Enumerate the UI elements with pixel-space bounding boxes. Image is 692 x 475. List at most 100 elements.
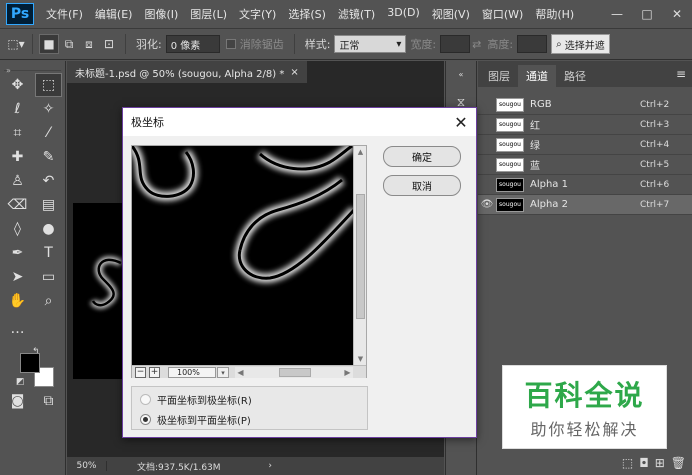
preview-image[interactable] xyxy=(132,146,354,365)
tools-grip[interactable]: » xyxy=(4,63,61,75)
zoom-tool-icon[interactable]: ⌕ xyxy=(35,289,62,313)
menu-item[interactable]: 帮助(H) xyxy=(529,6,580,22)
menu-item[interactable]: 编辑(E) xyxy=(89,6,139,22)
crop-tool-icon[interactable]: ⌗ xyxy=(4,121,31,145)
quick-mask-icon[interactable]: ◙ xyxy=(4,389,31,413)
tab-channels[interactable]: 通道 xyxy=(518,65,556,87)
menu-bar: Ps 文件(F) 编辑(E) 图像(I) 图层(L) 文字(Y) 选择(S) 滤镜(T) 3D… xyxy=(0,0,692,28)
channel-row[interactable]: sougou 红 Ctrl+3 xyxy=(478,115,692,135)
channel-name: 绿 xyxy=(530,141,540,152)
horizontal-scroll-thumb[interactable] xyxy=(279,367,311,377)
menu-item[interactable]: 窗口(W) xyxy=(476,6,529,22)
option-rect-to-polar[interactable]: 平面坐标到极坐标(R) xyxy=(140,391,252,407)
height-input[interactable] xyxy=(517,35,548,53)
channel-shortcut: Ctrl+6 xyxy=(640,179,670,190)
default-colors-icon[interactable]: ◩ xyxy=(16,377,25,387)
clone-stamp-tool-icon[interactable]: ♙ xyxy=(4,169,31,193)
tab-layers[interactable]: 图层 xyxy=(480,65,518,87)
blur-tool-icon[interactable]: ◊ xyxy=(4,217,31,241)
document-tab-close-icon[interactable]: × xyxy=(290,67,298,78)
tab-paths[interactable]: 路径 xyxy=(556,65,594,87)
preview-zoom-value[interactable]: 100% xyxy=(168,366,216,378)
menu-item[interactable]: 选择(S) xyxy=(282,6,332,22)
feather-input[interactable] xyxy=(165,35,220,53)
ok-button[interactable]: 确定 xyxy=(383,146,461,167)
menu-item[interactable]: 图像(I) xyxy=(138,6,184,22)
menu-items: 文件(F) 编辑(E) 图像(I) 图层(L) 文字(Y) 选择(S) 滤镜(T) 3D(D)… xyxy=(40,6,580,22)
hand-tool-icon[interactable]: ✋ xyxy=(4,289,31,313)
collapse-icon[interactable]: « xyxy=(450,63,472,85)
menu-item[interactable]: 文件(F) xyxy=(40,6,89,22)
eyedropper-tool-icon[interactable]: ⁄ xyxy=(35,121,62,145)
style-select[interactable]: 正常 ▾ xyxy=(334,35,407,53)
radio-rect-to-polar[interactable] xyxy=(140,393,151,405)
status-bar: 50% 文档:937.5K/1.63M › xyxy=(67,457,444,475)
save-selection-icon[interactable]: ◘ xyxy=(639,456,649,470)
search-icon: ⌕ xyxy=(556,38,562,50)
channel-row[interactable]: sougou 蓝 Ctrl+5 xyxy=(478,155,692,175)
eye-icon[interactable]: 👁 xyxy=(478,199,496,210)
menu-item[interactable]: 图层(L) xyxy=(184,6,233,22)
gradient-tool-icon[interactable]: ▤ xyxy=(35,193,62,217)
menu-item[interactable]: 文字(Y) xyxy=(233,6,282,22)
new-selection-icon[interactable]: ■ xyxy=(39,34,59,54)
intersect-selection-icon[interactable]: ⊡ xyxy=(99,34,119,54)
brush-tool-icon[interactable]: ✎ xyxy=(35,145,62,169)
scroll-down-icon[interactable]: ▼ xyxy=(354,353,367,365)
document-tab[interactable]: 未标题-1.psd @ 50% (sougou, Alpha 2/8) * × xyxy=(67,61,307,83)
healing-brush-tool-icon[interactable]: ✚ xyxy=(4,145,31,169)
type-tool-icon[interactable]: T xyxy=(35,241,62,265)
separator xyxy=(32,34,33,54)
zoom-level[interactable]: 50% xyxy=(67,461,107,471)
more-tools-icon[interactable]: … xyxy=(4,317,31,341)
close-icon[interactable]: ✕ xyxy=(446,108,476,136)
radio-polar-to-rect[interactable] xyxy=(140,413,151,425)
chevron-down-icon[interactable]: ▾ xyxy=(217,366,229,378)
option-polar-to-rect[interactable]: 极坐标到平面坐标(P) xyxy=(140,411,251,427)
foreground-color-swatch[interactable] xyxy=(20,353,40,373)
scroll-up-icon[interactable]: ▲ xyxy=(354,146,367,158)
antialias-checkbox[interactable] xyxy=(225,39,236,49)
cancel-button[interactable]: 取消 xyxy=(383,175,461,196)
history-brush-tool-icon[interactable]: ↶ xyxy=(35,169,62,193)
add-to-selection-icon[interactable]: ⧉ xyxy=(59,34,79,54)
minimize-button[interactable]: — xyxy=(602,3,632,25)
path-selection-tool-icon[interactable]: ➤ xyxy=(4,265,31,289)
magic-wand-tool-icon[interactable]: ✧ xyxy=(35,97,62,121)
maximize-button[interactable]: □ xyxy=(632,3,662,25)
select-and-mask-button[interactable]: ⌕ 选择并遮 xyxy=(551,34,610,54)
channel-row[interactable]: 👁 sougou Alpha 2 Ctrl+7 xyxy=(478,195,692,215)
menu-item[interactable]: 滤镜(T) xyxy=(332,6,381,22)
width-input[interactable] xyxy=(440,35,471,53)
swap-icon[interactable]: ⇄ xyxy=(472,38,481,51)
preview-horizontal-scrollbar[interactable]: ◀ ▶ xyxy=(235,366,353,378)
marquee-tool-icon[interactable]: ⬚ xyxy=(35,73,62,97)
screen-mode-icon[interactable]: ⧉ xyxy=(35,389,62,413)
preview-vertical-scrollbar[interactable]: ▲ ▼ xyxy=(353,146,366,365)
status-menu-arrow-icon[interactable]: › xyxy=(268,461,272,471)
lasso-tool-icon[interactable]: ℓ xyxy=(4,97,31,121)
scroll-left-icon[interactable]: ◀ xyxy=(235,367,246,378)
pen-tool-icon[interactable]: ✒ xyxy=(4,241,31,265)
zoom-out-button[interactable]: − xyxy=(135,366,146,378)
dodge-tool-icon[interactable]: ● xyxy=(35,217,62,241)
new-channel-icon[interactable]: ⊞ xyxy=(655,456,665,470)
rectangle-tool-icon[interactable]: ▭ xyxy=(35,265,62,289)
tool-preset-icon[interactable]: ⬚▾ xyxy=(6,34,26,54)
panel-menu-icon[interactable]: ≡ xyxy=(676,67,686,81)
zoom-in-button[interactable]: + xyxy=(149,366,160,378)
channel-row[interactable]: sougou 绿 Ctrl+4 xyxy=(478,135,692,155)
close-window-button[interactable]: ✕ xyxy=(662,3,692,25)
options-bar: ⬚▾ ■ ⧉ ⧈ ⊡ 羽化: 消除锯齿 样式: 正常 ▾ 宽度: ⇄ 高度: ⌕选… xyxy=(0,28,692,60)
move-tool-icon[interactable]: ✥ xyxy=(4,73,31,97)
channel-row[interactable]: sougou Alpha 1 Ctrl+6 xyxy=(478,175,692,195)
delete-channel-icon[interactable]: 🗑 xyxy=(671,456,686,470)
eraser-tool-icon[interactable]: ⌫ xyxy=(4,193,31,217)
menu-item[interactable]: 3D(D) xyxy=(381,6,426,22)
load-selection-icon[interactable]: ⬚ xyxy=(622,456,633,470)
scroll-right-icon[interactable]: ▶ xyxy=(342,367,353,378)
channel-row[interactable]: sougou RGB Ctrl+2 xyxy=(478,95,692,115)
menu-item[interactable]: 视图(V) xyxy=(426,6,476,22)
subtract-selection-icon[interactable]: ⧈ xyxy=(79,34,99,54)
vertical-scroll-thumb[interactable] xyxy=(356,194,365,319)
